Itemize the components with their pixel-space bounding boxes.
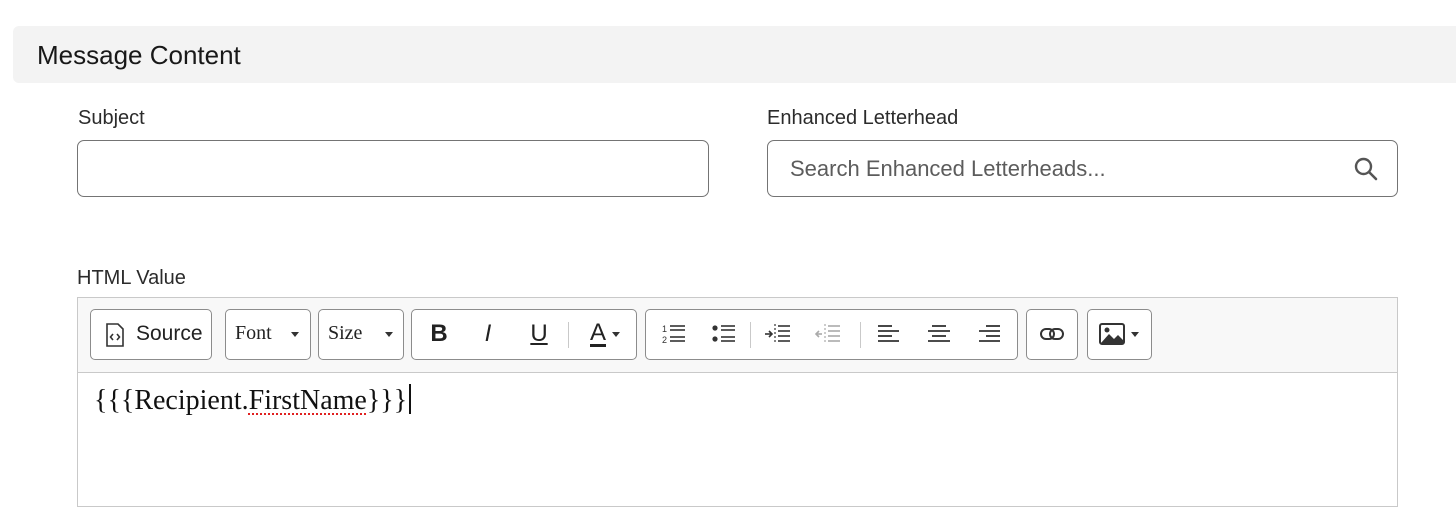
formatting-group: B I U A — [411, 309, 637, 360]
outdent-button[interactable] — [808, 310, 848, 358]
section-header: Message Content — [13, 26, 1456, 83]
align-right-button[interactable] — [968, 310, 1010, 358]
section-title: Message Content — [37, 40, 241, 70]
paragraph-group: 1 2 — [645, 309, 1018, 360]
chevron-down-icon — [385, 332, 393, 337]
italic-icon: I — [484, 320, 492, 347]
chevron-down-icon — [1131, 332, 1139, 337]
image-button[interactable] — [1087, 309, 1152, 360]
editor-toolbar: Source Font Size B I U A 1 2 — [78, 298, 1397, 373]
subject-label: Subject — [78, 107, 145, 129]
chevron-down-icon — [612, 331, 620, 337]
size-dropdown-label: Size — [328, 322, 363, 344]
subject-input[interactable] — [77, 140, 709, 197]
svg-text:1: 1 — [662, 324, 667, 334]
bulleted-list-button[interactable] — [704, 310, 744, 358]
text-color-button[interactable]: A — [576, 310, 634, 358]
underline-button[interactable]: U — [518, 310, 560, 358]
align-right-icon — [979, 325, 1000, 342]
source-button[interactable]: Source — [90, 309, 212, 360]
italic-button[interactable]: I — [467, 310, 509, 358]
html-value-label: HTML Value — [77, 267, 186, 289]
search-icon[interactable] — [1353, 156, 1379, 182]
indent-icon — [765, 324, 790, 344]
toolbar-divider — [568, 322, 569, 348]
numbered-list-button[interactable]: 1 2 — [654, 310, 694, 358]
link-button[interactable] — [1026, 309, 1078, 360]
image-icon — [1099, 323, 1125, 345]
letterhead-search-placeholder: Search Enhanced Letterheads... — [790, 156, 1106, 181]
source-icon — [106, 323, 124, 347]
chevron-down-icon — [291, 332, 299, 337]
underline-icon: U — [530, 320, 548, 347]
font-dropdown-label: Font — [235, 322, 272, 344]
size-dropdown[interactable]: Size — [318, 309, 404, 360]
align-left-icon — [878, 325, 899, 342]
rich-text-editor: Source Font Size B I U A 1 2 {{{Recipien… — [77, 297, 1398, 507]
text-color-icon: A — [589, 318, 606, 347]
link-icon — [1040, 328, 1064, 340]
outdent-icon — [815, 324, 840, 344]
content-prefix: {{{Recipient. — [94, 385, 249, 416]
indent-button[interactable] — [758, 310, 798, 358]
font-dropdown[interactable]: Font — [225, 309, 311, 360]
svg-text:2: 2 — [662, 335, 667, 345]
letterhead-label: Enhanced Letterhead — [767, 107, 959, 129]
misspelled-word: FirstName — [248, 385, 367, 416]
toolbar-divider — [860, 322, 861, 348]
source-label: Source — [136, 322, 203, 345]
align-center-button[interactable] — [918, 310, 960, 358]
text-cursor — [409, 384, 411, 414]
letterhead-search-input[interactable]: Search Enhanced Letterheads... — [767, 140, 1398, 197]
align-left-button[interactable] — [868, 310, 910, 358]
align-center-icon — [928, 325, 950, 342]
bold-icon: B — [430, 320, 448, 347]
editor-content[interactable]: {{{Recipient.FirstName}}} — [94, 384, 411, 418]
toolbar-divider — [750, 322, 751, 348]
bulleted-list-icon — [712, 325, 735, 342]
bold-button[interactable]: B — [418, 310, 460, 358]
numbered-list-icon: 1 2 — [662, 324, 685, 345]
content-suffix: }}} — [366, 385, 408, 416]
